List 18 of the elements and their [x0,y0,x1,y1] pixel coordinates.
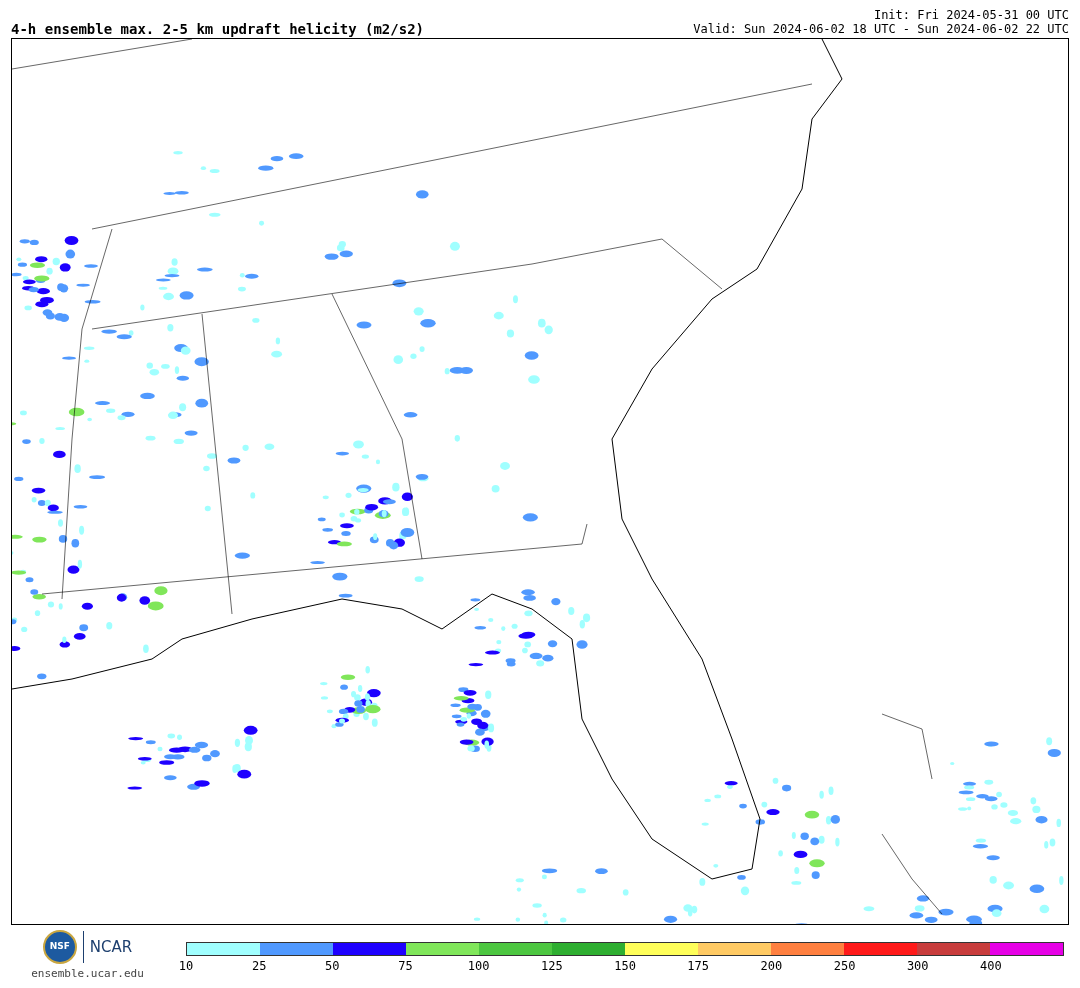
colorbar-label: 175 [687,960,710,972]
colorbar-label: 125 [541,960,563,972]
init-time: Init: Fri 2024-05-31 00 UTC [873,8,1069,22]
colorbar-label: 300 [906,960,929,972]
colorbar-label: 150 [614,960,636,972]
ncar-logo: NCAR [89,936,133,958]
colorbar-label: 25 [251,960,267,972]
valid-time: Valid: Sun 2024-06-02 18 UTC - Sun 2024-06-02 22 UTC [693,22,1069,36]
nsf-logo: NSF [42,930,77,964]
colorbar-label: 200 [760,960,783,972]
colorbar-label: 50 [325,960,340,972]
colorbar-label: 400 [980,960,1002,972]
site-url: ensemble.ucar.edu [31,966,144,982]
colorbar-label: 100 [467,960,490,972]
colorbar-label: 250 [833,960,856,972]
colorbar-label: 75 [398,960,413,972]
chart-title: 4-h ensemble max. 2-5 km updraft helicity (m2/s2) [11,22,424,36]
colorbar-label: 10 [178,960,194,972]
